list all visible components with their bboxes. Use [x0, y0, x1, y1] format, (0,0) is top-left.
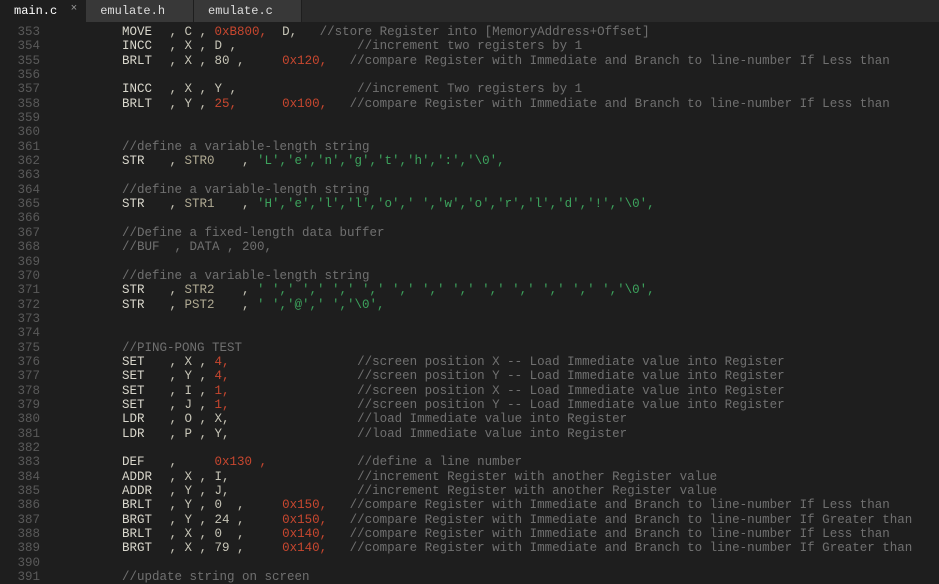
code-line: //define a variable-length string: [50, 269, 939, 283]
code-line: SET , I , 1, //screen position X -- Load…: [50, 384, 939, 398]
code-line: STR , PST2 , ' ','@',' ','\0',: [50, 298, 939, 312]
code-line: ADDR , X , I, //increment Register with …: [50, 470, 939, 484]
code-content[interactable]: MOVE , C , 0xB800, D, //store Register i…: [50, 22, 939, 584]
code-line: [50, 168, 939, 182]
code-line: //define a variable-length string: [50, 183, 939, 197]
code-line: DEF , 0x130 , //define a line number: [50, 455, 939, 469]
code-line: INCC , X , D , //increment two registers…: [50, 39, 939, 53]
code-line: BRLT , Y , 0 , 0x150, //compare Register…: [50, 498, 939, 512]
code-line: BRGT , Y , 24 , 0x150, //compare Registe…: [50, 513, 939, 527]
tab-bar: main.c × emulate.h emulate.c: [0, 0, 939, 22]
code-line: BRLT , Y , 25, 0x100, //compare Register…: [50, 97, 939, 111]
code-line: //Define a fixed-length data buffer: [50, 226, 939, 240]
code-line: [50, 111, 939, 125]
tab-label: emulate.c: [208, 4, 273, 18]
code-line: SET , Y , 4, //screen position Y -- Load…: [50, 369, 939, 383]
code-line: STR , STR2 , ' ',' ',' ',' ',' ',' ',' '…: [50, 283, 939, 297]
code-line: SET , X , 4, //screen position X -- Load…: [50, 355, 939, 369]
code-line: BRGT , X , 79 , 0x140, //compare Registe…: [50, 541, 939, 555]
code-line: BRLT , X , 80 , 0x120, //compare Registe…: [50, 54, 939, 68]
code-line: [50, 326, 939, 340]
code-line: [50, 211, 939, 225]
code-line: INCC , X , Y , //increment Two registers…: [50, 82, 939, 96]
code-line: BRLT , X , 0 , 0x140, //compare Register…: [50, 527, 939, 541]
code-line: [50, 441, 939, 455]
code-line: [50, 125, 939, 139]
tab-main-c[interactable]: main.c ×: [0, 0, 86, 22]
code-line: //define a variable-length string: [50, 140, 939, 154]
code-line: SET , J , 1, //screen position Y -- Load…: [50, 398, 939, 412]
code-line: ADDR , Y , J, //increment Register with …: [50, 484, 939, 498]
line-gutter: 3533543553563573583593603613623633643653…: [0, 22, 50, 584]
code-line: [50, 556, 939, 570]
tab-emulate-c[interactable]: emulate.c: [194, 0, 302, 22]
editor-area[interactable]: 3533543553563573583593603613623633643653…: [0, 22, 939, 584]
code-line: //BUF , DATA , 200,: [50, 240, 939, 254]
tab-emulate-h[interactable]: emulate.h: [86, 0, 194, 22]
code-line: //PING-PONG TEST: [50, 341, 939, 355]
code-line: [50, 255, 939, 269]
code-line: [50, 312, 939, 326]
code-line: STR , STR1 , 'H','e','l','l','o',' ','w'…: [50, 197, 939, 211]
code-line: STR , STR0 , 'L','e','n','g','t','h',':'…: [50, 154, 939, 168]
close-icon[interactable]: ×: [71, 3, 78, 15]
code-line: //update string on screen: [50, 570, 939, 584]
tab-label: main.c: [14, 4, 57, 18]
tab-label: emulate.h: [100, 4, 165, 18]
code-line: MOVE , C , 0xB800, D, //store Register i…: [50, 25, 939, 39]
code-line: [50, 68, 939, 82]
code-line: LDR , O , X, //load Immediate value into…: [50, 412, 939, 426]
code-line: LDR , P , Y, //load Immediate value into…: [50, 427, 939, 441]
